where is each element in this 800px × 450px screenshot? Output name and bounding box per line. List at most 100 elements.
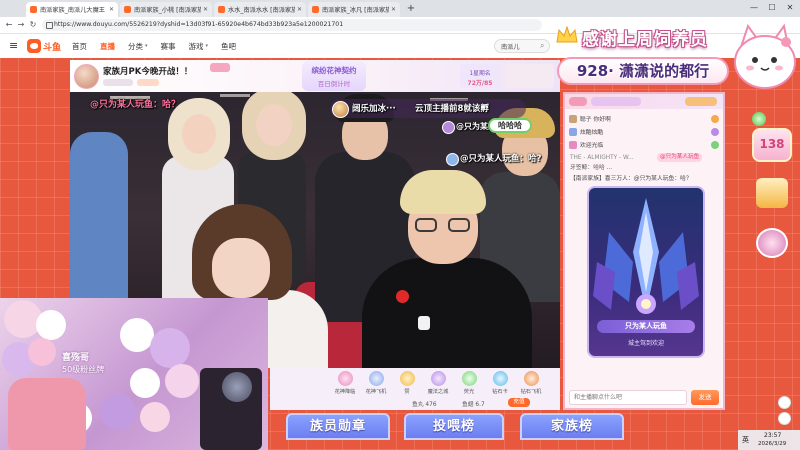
pip-camera: 喜殇哥 50级粉丝牌 — [0, 298, 268, 450]
browser-tab-bar: 南派家族_南派儿大魔王 - 直... ✕ 南派家族_小桃 [南派家族] 南...… — [0, 0, 800, 17]
reload-button[interactable]: ↻ — [28, 19, 38, 31]
vip-entrance-card: 只为某人玩鱼 城主驾到欢迎 — [587, 186, 705, 358]
gift-item[interactable]: 魔法之城 — [423, 371, 453, 395]
chat-tab[interactable] — [591, 97, 641, 106]
glasses — [448, 218, 470, 232]
gift-box-icon[interactable] — [756, 178, 788, 208]
browser-tab[interactable]: 南派家族_南派儿大魔王 - 直... ✕ — [26, 2, 118, 17]
nav-live[interactable]: 直播 — [100, 41, 115, 52]
gift-item[interactable]: 赞 — [392, 371, 422, 395]
forward-button[interactable]: → — [16, 19, 26, 31]
chat-tab[interactable] — [685, 97, 717, 106]
recharge-button[interactable]: 充值 — [508, 398, 530, 407]
event-icon[interactable] — [752, 112, 766, 126]
glasses — [415, 218, 437, 232]
feed-ranking-banner[interactable]: 投喂榜 — [404, 413, 504, 440]
send-button[interactable]: 发送 — [691, 390, 719, 405]
tab-title: 南派家族_小桃 [南派家族] 南... — [134, 7, 201, 14]
gift-item[interactable]: 花神降临 — [330, 371, 360, 395]
person-figure — [362, 258, 532, 368]
back-button[interactable]: ← — [4, 19, 14, 31]
event-subtitle: 百日倒计时 — [317, 80, 351, 88]
tab-title: 水水_南派水水 [南派家族] 南... — [228, 7, 295, 14]
event-banner[interactable]: 缤纷花神契约 百日倒计时 — [302, 61, 366, 91]
nav-home[interactable]: 首页 — [72, 41, 87, 52]
red-flower-pin — [396, 290, 409, 303]
activity-badge[interactable]: 138 — [752, 128, 792, 162]
douyu-favicon-icon — [218, 6, 225, 13]
gift-item[interactable]: 钻石飞机 — [516, 371, 546, 395]
douyu-logo-icon[interactable] — [27, 39, 41, 53]
gift-icon — [492, 371, 508, 386]
gift-item[interactable]: 荧光 — [454, 371, 484, 395]
feedback-icon[interactable] — [778, 412, 791, 425]
url-field[interactable]: https://www.douyu.com/5526219?dyshid=13d… — [42, 19, 542, 31]
close-icon[interactable]: ✕ — [297, 6, 302, 13]
gift-icon — [711, 127, 719, 136]
browser-tab[interactable]: 水水_南派水水 [南派家族] 南... ✕ — [214, 2, 306, 17]
nav-label: 鱼吧 — [221, 41, 237, 51]
clock-time[interactable]: 23:57 — [764, 432, 781, 439]
list-item-text: 炫酷炫酷 — [580, 130, 604, 136]
follow-area[interactable] — [506, 64, 554, 88]
nav-games[interactable]: 游戏 ▾ — [189, 41, 209, 52]
pink-chair — [8, 378, 86, 450]
menu-icon[interactable]: ≡ — [9, 39, 18, 53]
url-text: https://www.douyu.com/5526219?dyshid=13d… — [54, 21, 344, 28]
chat-panel: 聪子 你好啊 炫酷炫酷 欢迎光临 THE - ALMIGHTY - W... 牙… — [563, 92, 725, 410]
minimize-button[interactable]: — — [746, 2, 762, 14]
search-input[interactable] — [501, 41, 539, 51]
scroll-top-icon[interactable] — [778, 396, 791, 409]
mention-badge[interactable]: @只为某人玩鱼 — [657, 153, 703, 162]
stream-overlay: 感谢上周饲养员 928· 潇潇说的都行 — [552, 22, 800, 94]
balloon — [28, 338, 56, 366]
gift-icon — [430, 371, 446, 386]
nav-category[interactable]: 分类 ▾ — [128, 41, 148, 52]
balloon — [36, 310, 66, 340]
nav-events[interactable]: 赛事 — [161, 41, 176, 52]
ceiling-light — [220, 94, 250, 97]
douyu-logo-text[interactable]: 斗鱼 — [43, 40, 61, 53]
new-tab-button[interactable]: + — [404, 2, 418, 16]
ime-indicator[interactable]: 英 — [742, 435, 749, 445]
close-window-button[interactable]: ✕ — [782, 2, 798, 14]
browser-tab[interactable]: 南派家族_冰凡 [南派家族] 南... ✕ — [308, 2, 400, 17]
pip-name: 喜殇哥 — [62, 353, 90, 363]
gift-icon — [711, 140, 719, 149]
member-badge-banner[interactable]: 族员勋章 — [286, 413, 390, 440]
nav-fishbar[interactable]: 鱼吧 — [221, 41, 236, 52]
rank-label: 1星期名 — [469, 71, 491, 77]
avatar — [569, 114, 577, 123]
rank-box[interactable]: 1星期名 72万/85 — [460, 64, 500, 88]
balloon — [100, 394, 136, 430]
douyu-favicon-icon — [30, 6, 37, 13]
list-item[interactable]: 聪子 你好啊 — [569, 113, 719, 124]
chat-tab[interactable] — [569, 97, 587, 106]
system-tray: 英 23:57 2026/3/29 — [738, 430, 800, 450]
chat-message: 【南派家族】喜三万人：@只为某人玩鱼：哈？ — [570, 176, 692, 182]
gift-item[interactable]: 花神飞机 — [361, 371, 391, 395]
flower-god-icon[interactable] — [756, 228, 788, 258]
pip-badge: 50级粉丝牌 — [62, 365, 105, 374]
balloon — [165, 364, 199, 398]
streamer-avatar[interactable] — [74, 64, 99, 89]
nav-label: 分类 — [128, 41, 143, 51]
list-item[interactable]: 炫酷炫酷 — [569, 126, 719, 137]
maximize-button[interactable]: ☐ — [764, 2, 780, 14]
gift-icon — [399, 371, 415, 386]
clock-date[interactable]: 2026/3/29 — [758, 441, 786, 447]
family-ranking-banner[interactable]: 家族榜 — [520, 413, 624, 440]
search-icon[interactable]: ⌕ — [540, 40, 544, 52]
list-item[interactable]: 欢迎光临 — [569, 139, 719, 150]
chat-input[interactable] — [569, 390, 687, 405]
close-icon[interactable]: ✕ — [109, 6, 114, 13]
danmaku-bubble: 阔乐加冰··· 云顶主播前8就该孵 — [330, 99, 526, 118]
close-icon[interactable]: ✕ — [391, 6, 396, 13]
search-box[interactable]: ⌕ — [494, 39, 550, 53]
close-icon[interactable]: ✕ — [203, 6, 208, 13]
balloon — [120, 318, 154, 352]
gift-item[interactable]: 钻石卡 — [485, 371, 515, 395]
browser-tab[interactable]: 南派家族_小桃 [南派家族] 南... ✕ — [120, 2, 212, 17]
gift-label: 花神飞机 — [365, 389, 387, 395]
nav-label: 游戏 — [188, 41, 204, 51]
